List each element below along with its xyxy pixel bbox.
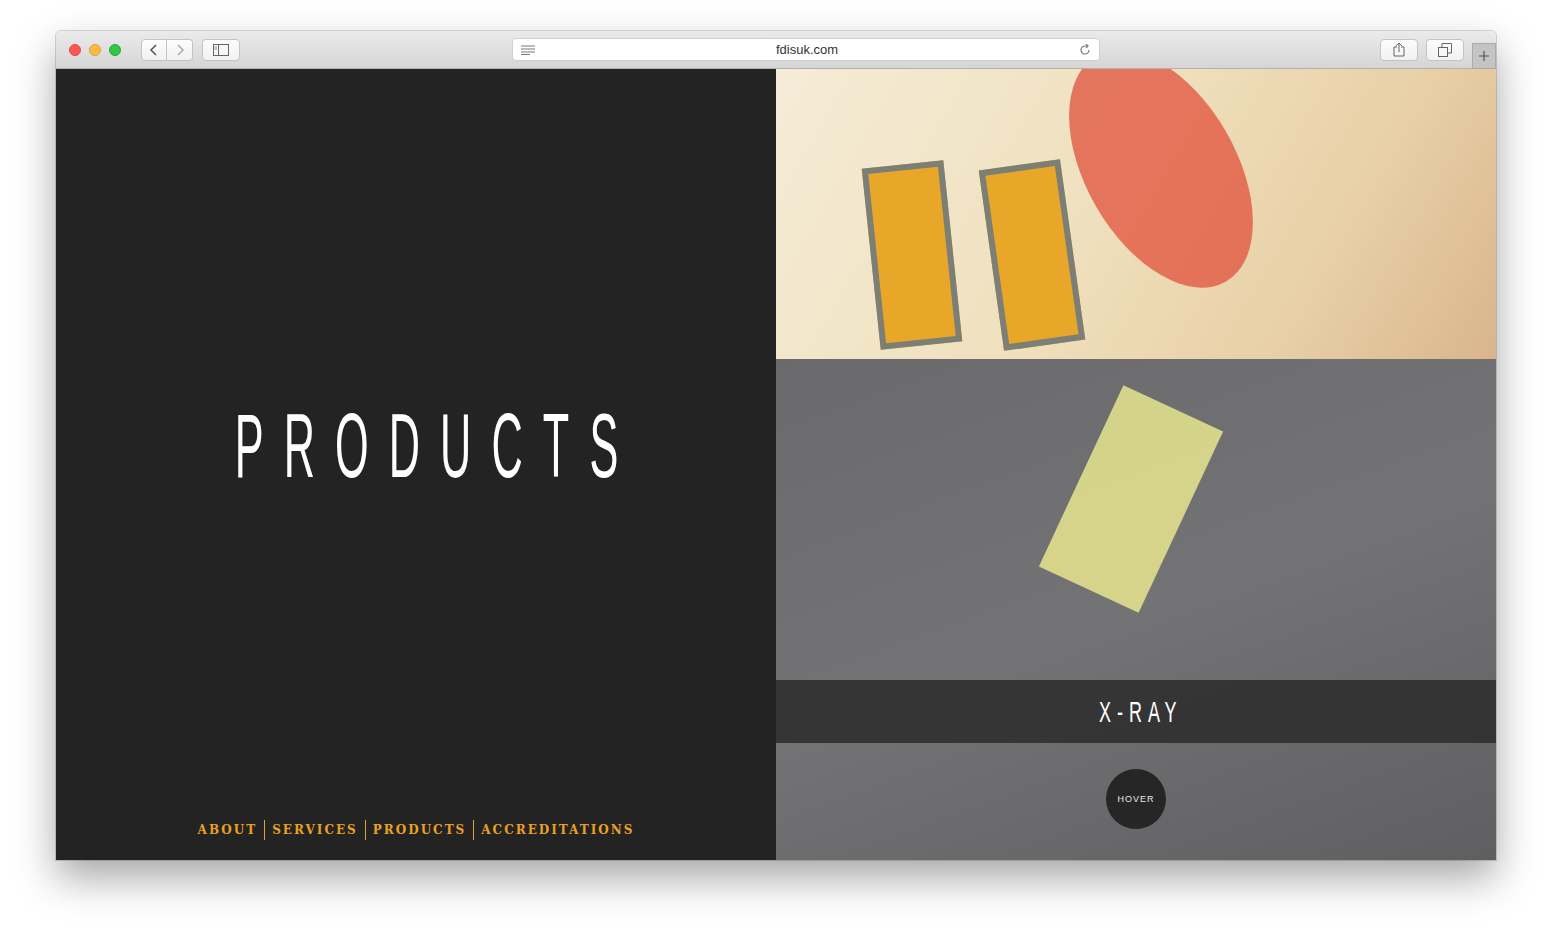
browser-window: fdisuk.comPRODUCTSABOUTSERVICESPRODUCTSA…	[56, 31, 1496, 860]
nav-link[interactable]: ACCREDITATIONS	[473, 820, 641, 840]
hero-panel: PRODUCTSABOUTSERVICESPRODUCTSACCREDITATI…	[56, 69, 776, 860]
page-title: PRODUCTS	[235, 397, 639, 496]
chevron-left-icon	[149, 43, 159, 57]
nav-link[interactable]: PRODUCTS	[365, 820, 473, 840]
address-bar[interactable]: fdisuk.com	[512, 38, 1100, 61]
toolbar: fdisuk.com	[56, 31, 1496, 69]
caption-text: X-RAY	[1099, 695, 1183, 729]
caption-band: X-RAY	[776, 680, 1496, 743]
chevron-right-icon	[175, 43, 185, 57]
tabs-icon	[1438, 43, 1452, 57]
site-nav: ABOUTSERVICESPRODUCTSACCREDITATIONS	[56, 820, 776, 860]
history-buttons	[141, 39, 193, 61]
back-button[interactable]	[141, 39, 167, 61]
page: PRODUCTSABOUTSERVICESPRODUCTSACCREDITATI…	[56, 69, 1496, 860]
tabs-button[interactable]	[1426, 39, 1464, 61]
sidebar-button[interactable]	[202, 39, 240, 61]
close-button[interactable]	[69, 44, 81, 56]
share-icon	[1393, 42, 1405, 57]
xray-door-photo[interactable]: X-RAY HOVER	[776, 359, 1496, 860]
reload-icon[interactable]	[1079, 44, 1091, 56]
zoom-button[interactable]	[109, 44, 121, 56]
gallery: X-RAY HOVER	[776, 69, 1496, 860]
new-tab-button[interactable]	[1472, 43, 1496, 69]
forward-button[interactable]	[167, 39, 193, 61]
nav-link[interactable]: SERVICES	[264, 820, 365, 840]
hover-button[interactable]: HOVER	[1106, 769, 1166, 829]
corridor-photo	[776, 69, 1496, 359]
reader-icon	[521, 45, 535, 55]
sidebar-icon	[213, 44, 229, 56]
minimize-button[interactable]	[89, 44, 101, 56]
window-controls	[69, 44, 121, 56]
url-text: fdisuk.com	[535, 42, 1079, 57]
desktop: fdisuk.comPRODUCTSABOUTSERVICESPRODUCTSA…	[0, 0, 1552, 940]
plus-icon	[1478, 50, 1490, 62]
nav-link[interactable]: ABOUT	[191, 820, 265, 840]
share-button[interactable]	[1380, 39, 1418, 61]
